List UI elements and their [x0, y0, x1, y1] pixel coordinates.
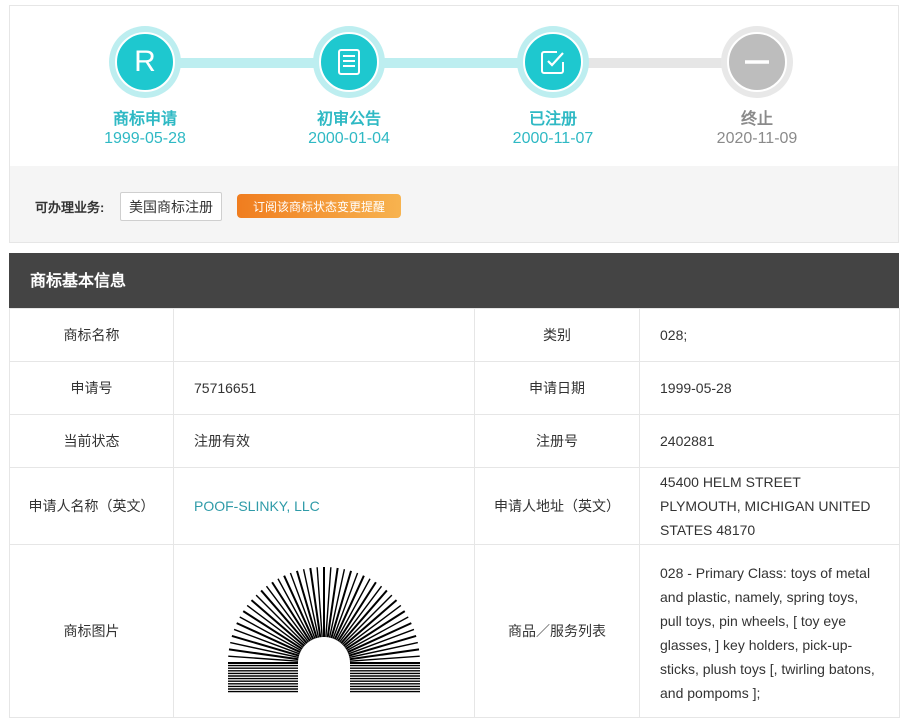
step-date: 2020-11-09 [716, 130, 798, 147]
application-date-value: 1999-05-28 [639, 361, 900, 415]
registration-number-value: 2402881 [639, 414, 900, 468]
available-business-label: 可办理业务: [35, 200, 105, 215]
trademark-name-value [173, 308, 475, 362]
step-label: 终止 [740, 111, 773, 128]
table-row: 申请人名称（英文） POOF-SLINKY, LLC 申请人地址（英文） 454… [9, 467, 900, 545]
document-list-icon [338, 49, 360, 75]
applicant-name-link[interactable]: POOF-SLINKY, LLC [173, 467, 475, 545]
table-row: 申请号 75716651 申请日期 1999-05-28 [9, 361, 900, 415]
current-status-value: 注册有效 [173, 414, 475, 468]
current-status-label: 当前状态 [9, 414, 174, 468]
application-number-label: 申请号 [9, 361, 174, 415]
trademark-image-label: 商标图片 [9, 544, 174, 718]
us-trademark-register-button[interactable]: 美国商标注册 [120, 192, 222, 221]
step-label: 商标申请 [112, 111, 177, 128]
trademark-progress-panel: R 商标申请 1999-05-28 初审公告 2000-01-04 已注册 20… [9, 5, 899, 243]
minus-circle-icon [745, 60, 769, 64]
applicant-name-label: 申请人名称（英文） [9, 467, 174, 545]
class-label: 类别 [474, 308, 640, 362]
available-business-bar: 可办理业务: 美国商标注册 订阅该商标状态变更提醒 [10, 166, 898, 242]
trademark-image-cell [173, 544, 475, 718]
registration-number-label: 注册号 [474, 414, 640, 468]
r-letter-icon: R [134, 45, 156, 78]
step-date: 2000-11-07 [512, 130, 594, 147]
section-title: 商标基本信息 [9, 253, 899, 308]
goods-services-value: 028 - Primary Class: toys of metal and p… [639, 544, 900, 718]
step-label: 已注册 [528, 111, 577, 128]
step-date: 2000-01-04 [308, 130, 390, 147]
trademark-name-label: 商标名称 [9, 308, 174, 362]
trademark-logo-image [228, 566, 420, 692]
table-row: 当前状态 注册有效 注册号 2402881 [9, 414, 900, 468]
application-number-value: 75716651 [173, 361, 475, 415]
checked-box-icon [541, 51, 564, 74]
application-date-label: 申请日期 [474, 361, 640, 415]
table-row: 商标图片 商品／服务列表 028 - Primary Class: toys o… [9, 544, 900, 718]
applicant-address-label: 申请人地址（英文） [474, 467, 640, 545]
table-row: 商标名称 类别 028; [9, 308, 900, 362]
progress-steps: R 商标申请 1999-05-28 初审公告 2000-01-04 已注册 20… [10, 6, 898, 166]
step-date: 1999-05-28 [104, 130, 186, 147]
class-value: 028; [639, 308, 900, 362]
trademark-info-table: 商标名称 类别 028; 申请号 75716651 申请日期 1999-05-2… [9, 308, 900, 718]
goods-services-label: 商品／服务列表 [474, 544, 640, 718]
step-label: 初审公告 [316, 111, 381, 128]
subscribe-status-alert-button[interactable]: 订阅该商标状态变更提醒 [237, 194, 401, 218]
applicant-address-value: 45400 HELM STREET PLYMOUTH, MICHIGAN UNI… [639, 467, 900, 545]
